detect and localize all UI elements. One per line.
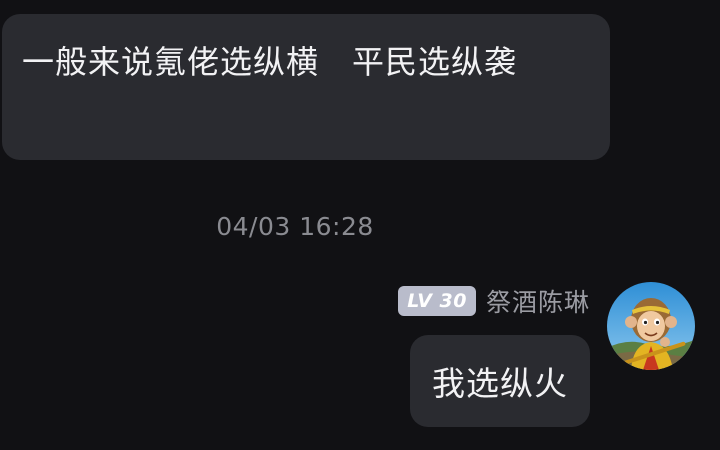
sender-info: LV 30 祭酒陈琳 [398, 284, 590, 318]
level-badge: LV 30 [398, 286, 476, 316]
message-timestamp: 04/03 16:28 [216, 212, 374, 241]
outgoing-message-bubble[interactable]: 我选纵火 [410, 335, 590, 427]
incoming-message-bubble[interactable]: 一般来说氪佬选纵横 平民选纵袭 [2, 14, 610, 160]
monkey-king-avatar-icon[interactable] [607, 282, 695, 370]
chat-view: 一般来说氪佬选纵横 平民选纵袭 04/03 16:28 LV 30 祭酒陈琳 我… [0, 0, 720, 450]
sender-name[interactable]: 祭酒陈琳 [486, 283, 590, 319]
